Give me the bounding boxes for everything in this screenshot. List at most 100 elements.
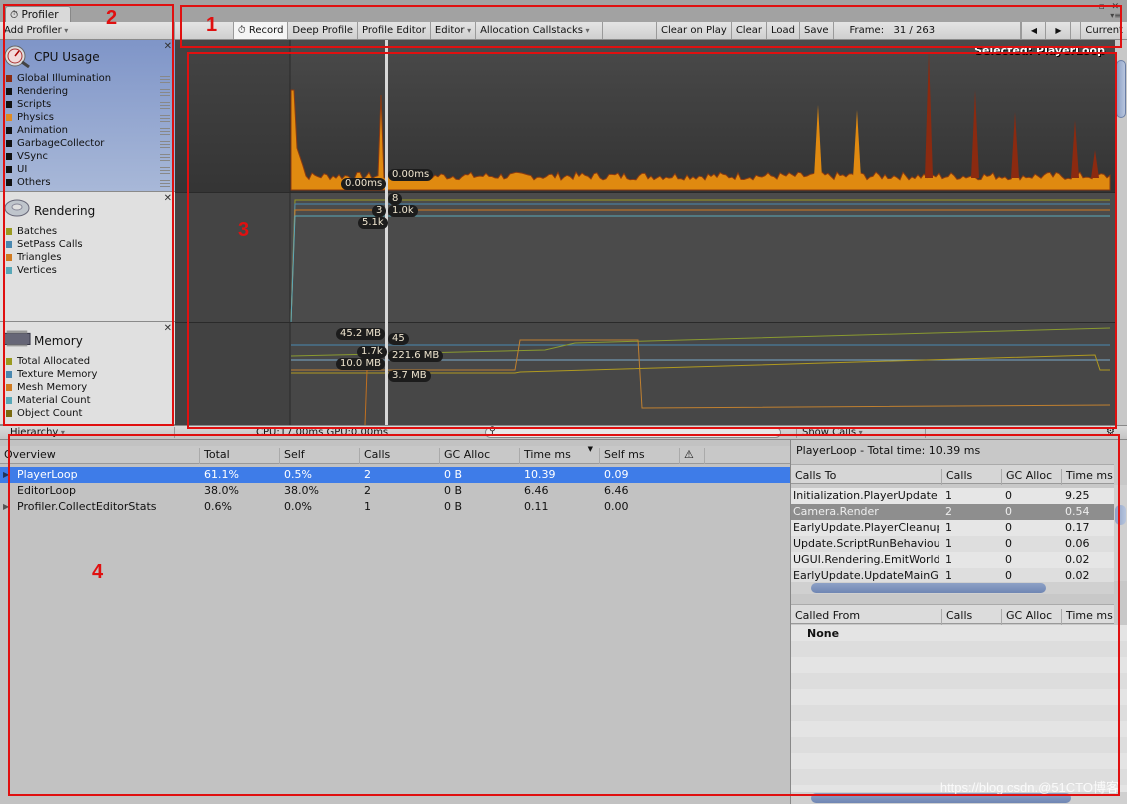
memory-legend-item[interactable]: Texture Memory <box>6 369 172 380</box>
clear-on-play-button[interactable]: Clear on Play <box>657 22 732 39</box>
expand-arrow-icon[interactable]: ▶ <box>3 502 9 511</box>
series-color-swatch[interactable] <box>6 127 12 134</box>
drag-handle-icon[interactable] <box>160 102 170 109</box>
rendering-legend-item[interactable]: SetPass Calls <box>6 239 172 250</box>
calls-to-row[interactable]: Initialization.PlayerUpdate 1 0 9.25 <box>791 488 1114 504</box>
column-gc-alloc[interactable]: GC Alloc <box>1001 609 1052 625</box>
series-color-swatch[interactable] <box>6 101 12 108</box>
series-color-swatch[interactable] <box>6 228 12 235</box>
close-icon[interactable]: ✕ <box>164 323 172 334</box>
current-frame-button[interactable]: Current <box>1081 22 1127 39</box>
series-color-swatch[interactable] <box>6 140 12 147</box>
gear-icon[interactable]: ⚙ <box>1106 426 1115 437</box>
column-total[interactable]: Total <box>199 448 230 464</box>
cpu-usage-module[interactable]: CPU Usage ✕ Global Illumination Rendering… <box>0 40 175 192</box>
memory-legend-item[interactable]: Object Count <box>6 408 172 419</box>
drag-handle-icon[interactable] <box>160 180 170 187</box>
profiler-charts[interactable] <box>175 40 1115 426</box>
column-overview[interactable]: Overview <box>0 448 56 464</box>
drag-handle-icon[interactable] <box>160 167 170 174</box>
series-color-swatch[interactable] <box>6 88 12 95</box>
column-self[interactable]: Self <box>279 448 305 464</box>
cpu-legend-item[interactable]: Rendering <box>6 86 172 97</box>
drag-handle-icon[interactable] <box>160 89 170 96</box>
column-self-ms[interactable]: Self ms <box>599 448 645 464</box>
column-calls-to[interactable]: Calls To <box>791 469 836 485</box>
rendering-module[interactable]: Rendering ✕ Batches SetPass Calls Triangle… <box>0 192 175 322</box>
column-calls[interactable]: Calls <box>359 448 390 464</box>
table-row[interactable]: ▶ PlayerLoop 61.1% 0.5% 2 0 B 10.39 0.09 <box>0 467 790 483</box>
calls-to-hscroll[interactable] <box>791 582 1114 594</box>
target-dropdown[interactable]: Editor <box>431 22 477 39</box>
series-color-swatch[interactable] <box>6 410 12 417</box>
column-time-ms[interactable]: Time ms <box>1061 469 1113 485</box>
cpu-legend-item[interactable]: VSync <box>6 151 172 162</box>
expand-arrow-icon[interactable]: ▶ <box>3 470 9 479</box>
series-color-swatch[interactable] <box>6 397 12 404</box>
series-color-swatch[interactable] <box>6 241 12 248</box>
profile-editor-button[interactable]: Profile Editor <box>358 22 431 39</box>
deep-profile-button[interactable]: Deep Profile <box>288 22 359 39</box>
memory-legend-item[interactable]: Total Allocated <box>6 356 172 367</box>
rendering-legend-item[interactable]: Triangles <box>6 252 172 263</box>
memory-legend-item[interactable]: Material Count <box>6 395 172 406</box>
cpu-legend-item[interactable]: GarbageCollector <box>6 138 172 149</box>
series-color-swatch[interactable] <box>6 179 12 186</box>
drag-handle-icon[interactable] <box>160 141 170 148</box>
drag-handle-icon[interactable] <box>160 128 170 135</box>
memory-legend-item[interactable]: Mesh Memory <box>6 382 172 393</box>
cpu-legend-item[interactable]: Physics <box>6 112 172 123</box>
prev-frame-button[interactable]: ◀ <box>1021 22 1047 39</box>
close-icon[interactable]: ✕ <box>164 41 172 52</box>
cpu-legend-item[interactable]: Global Illumination <box>6 73 172 84</box>
add-profiler-dropdown[interactable]: Add Profiler <box>0 22 175 39</box>
drag-handle-icon[interactable] <box>160 115 170 122</box>
show-calls-dropdown[interactable]: Show Calls <box>796 427 926 438</box>
series-color-swatch[interactable] <box>6 371 12 378</box>
calls-to-hscroll-thumb[interactable] <box>811 583 1046 593</box>
series-color-swatch[interactable] <box>6 153 12 160</box>
warning-icon[interactable]: ⚠ <box>679 448 705 464</box>
memory-module[interactable]: Memory ✕ Total Allocated Texture Memory Me… <box>0 322 175 425</box>
close-icon[interactable]: ✕ <box>164 193 172 204</box>
cpu-legend-item[interactable]: Scripts <box>6 99 172 110</box>
profiler-tab[interactable]: ⏱ Profiler <box>5 6 71 23</box>
rendering-legend-item[interactable]: Vertices <box>6 265 172 276</box>
drag-handle-icon[interactable] <box>160 76 170 83</box>
record-button[interactable]: ⏱ Record <box>232 22 289 39</box>
column-called-from[interactable]: Called From <box>791 609 860 625</box>
series-color-swatch[interactable] <box>6 358 12 365</box>
series-color-swatch[interactable] <box>6 267 12 274</box>
series-color-swatch[interactable] <box>6 254 12 261</box>
cpu-legend-item[interactable]: Others <box>6 177 172 188</box>
clear-button[interactable]: Clear <box>732 22 767 39</box>
calls-to-row[interactable]: Update.ScriptRunBehaviour 1 0 0.06 <box>791 536 1114 552</box>
column-time-ms[interactable]: Time ms ▼ <box>519 445 599 464</box>
table-row[interactable]: EditorLoop 38.0% 38.0% 2 0 B 6.46 6.46 <box>0 483 790 499</box>
calls-to-row[interactable]: EarlyUpdate.PlayerCleanup 1 0 0.17 <box>791 520 1114 536</box>
window-menu-icon[interactable]: ▾≡ <box>1110 11 1121 20</box>
charts-scrollbar-thumb[interactable] <box>1116 60 1126 118</box>
column-gc-alloc[interactable]: GC Alloc <box>439 448 490 464</box>
next-frame-button[interactable]: ▶ <box>1046 22 1072 39</box>
load-button[interactable]: Load <box>767 22 800 39</box>
cpu-legend-item[interactable]: UI <box>6 164 172 175</box>
table-row[interactable]: ▶ Profiler.CollectEditorStats 0.6% 0.0% 1 0 B… <box>0 499 790 515</box>
series-color-swatch[interactable] <box>6 384 12 391</box>
column-calls[interactable]: Calls <box>941 609 972 625</box>
profiler-charts-area[interactable]: Selected: PlayerLoop 0.00ms 0.00ms 8 3 1.0k 5… <box>175 40 1115 426</box>
view-mode-dropdown[interactable]: Hierarchy <box>10 427 175 438</box>
calls-to-vscroll-thumb[interactable] <box>1115 505 1126 525</box>
column-gc-alloc[interactable]: GC Alloc <box>1001 469 1052 485</box>
calls-to-vscroll[interactable] <box>1114 485 1127 581</box>
cpu-legend-item[interactable]: Animation <box>6 125 172 136</box>
series-color-swatch[interactable] <box>6 75 12 82</box>
save-button[interactable]: Save <box>800 22 834 39</box>
column-time-ms[interactable]: Time ms <box>1061 609 1113 625</box>
search-input[interactable]: ⚲ <box>485 426 781 438</box>
rendering-legend-item[interactable]: Batches <box>6 226 172 237</box>
calls-to-row[interactable]: UGUI.Rendering.EmitWorld 1 0 0.02 <box>791 552 1114 568</box>
column-calls[interactable]: Calls <box>941 469 972 485</box>
allocation-callstacks-dropdown[interactable]: Allocation Callstacks <box>476 22 604 39</box>
series-color-swatch[interactable] <box>6 114 12 121</box>
